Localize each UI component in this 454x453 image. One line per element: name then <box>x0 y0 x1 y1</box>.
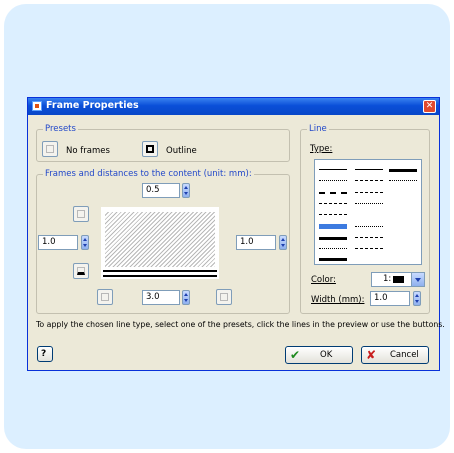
line-type-option[interactable] <box>355 180 383 181</box>
line-legend: Line <box>307 124 329 134</box>
content-area <box>105 212 215 267</box>
width-input[interactable]: 1.0 <box>370 291 410 306</box>
frame-preview[interactable] <box>101 207 219 279</box>
type-label: Type: <box>310 144 333 154</box>
line-type-option[interactable] <box>319 248 347 249</box>
help-icon: ? <box>41 349 47 359</box>
hint-text: To apply the chosen line type, select on… <box>36 320 445 329</box>
color-select[interactable]: 1: <box>371 272 425 287</box>
ok-button[interactable]: ✔ OK <box>285 346 353 364</box>
cross-icon: ✘ <box>366 348 377 362</box>
bottom-distance-input[interactable]: 3.0 <box>142 290 180 305</box>
left-distance-spinner[interactable] <box>81 235 89 250</box>
no-frames-icon <box>46 145 54 153</box>
window-title: Frame Properties <box>46 100 139 111</box>
outline-button[interactable] <box>142 141 158 157</box>
line-type-option[interactable] <box>319 237 347 240</box>
outline-icon <box>146 145 154 153</box>
top-distance-input[interactable]: 0.5 <box>142 183 180 198</box>
top-line-icon <box>77 210 85 218</box>
preview-bottom-line-2[interactable] <box>103 275 217 277</box>
line-type-option[interactable] <box>319 258 347 261</box>
top-distance-spinner[interactable] <box>182 183 190 198</box>
frame-properties-dialog: Frame Properties ✕ Presets No frames Out… <box>27 97 445 371</box>
left-line-button[interactable] <box>97 289 113 305</box>
line-type-option[interactable] <box>355 226 383 227</box>
line-type-option[interactable] <box>355 248 383 249</box>
presets-legend: Presets <box>43 124 78 134</box>
line-type-option[interactable] <box>319 180 347 181</box>
line-type-option[interactable] <box>319 203 347 204</box>
left-distance-input[interactable]: 1.0 <box>38 235 78 250</box>
line-type-option[interactable] <box>355 237 383 238</box>
line-type-option[interactable] <box>355 192 383 193</box>
outline-label[interactable]: Outline <box>166 146 197 156</box>
bottom-distance-spinner[interactable] <box>182 290 190 305</box>
line-type-option[interactable] <box>319 214 347 215</box>
bottom-line-button[interactable] <box>73 263 89 279</box>
chevron-down-icon[interactable] <box>411 273 424 286</box>
line-type-option[interactable] <box>389 180 417 181</box>
cancel-button[interactable]: ✘ Cancel <box>361 346 429 364</box>
line-type-option[interactable] <box>355 203 383 204</box>
no-frames-button[interactable] <box>42 141 58 157</box>
title-bar: Frame Properties ✕ <box>28 98 439 115</box>
width-label: Width (mm): <box>311 295 365 305</box>
app-icon <box>32 101 42 111</box>
line-type-option[interactable] <box>319 224 347 229</box>
right-line-button[interactable] <box>216 289 232 305</box>
right-line-icon <box>220 293 228 301</box>
color-label: Color: <box>311 275 336 285</box>
preview-bottom-line-1[interactable] <box>103 270 217 272</box>
left-line-icon <box>101 293 109 301</box>
distances-legend: Frames and distances to the content (uni… <box>43 169 254 179</box>
right-distance-input[interactable]: 1.0 <box>236 235 276 250</box>
right-distance-spinner[interactable] <box>279 235 287 250</box>
line-type-option[interactable] <box>319 192 347 194</box>
line-type-option[interactable] <box>319 169 347 170</box>
top-line-button[interactable] <box>73 206 89 222</box>
check-icon: ✔ <box>290 348 301 362</box>
no-frames-label[interactable]: No frames <box>66 146 110 156</box>
line-type-list[interactable] <box>314 159 422 265</box>
line-type-option[interactable] <box>389 169 417 172</box>
color-swatch <box>393 276 404 283</box>
width-spinner[interactable] <box>413 291 421 306</box>
help-button[interactable]: ? <box>37 346 53 362</box>
close-icon[interactable]: ✕ <box>423 100 436 113</box>
bottom-line-icon <box>77 267 85 275</box>
line-type-option[interactable] <box>355 169 383 170</box>
